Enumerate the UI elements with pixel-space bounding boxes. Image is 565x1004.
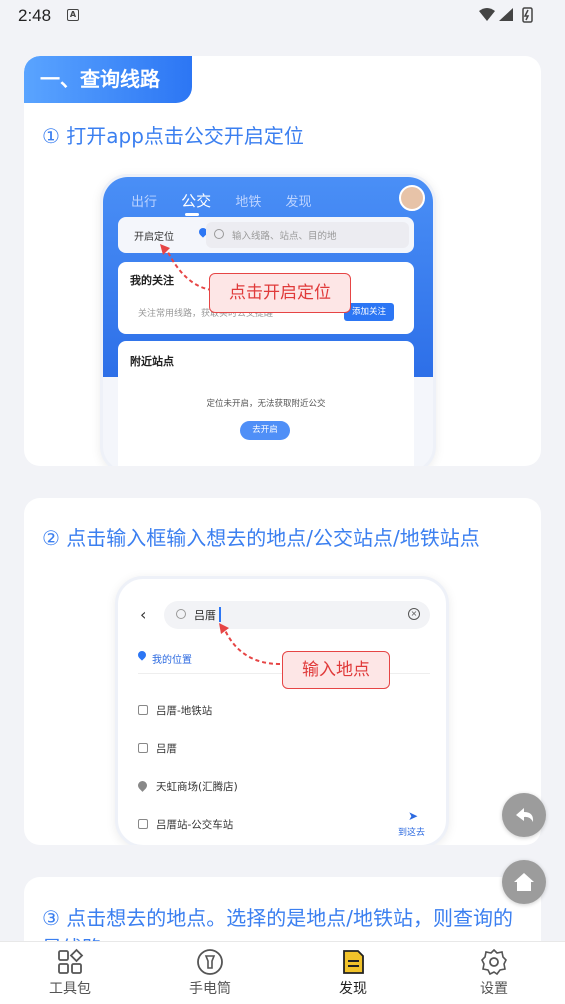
result-label: 吕厝-地铁站 — [156, 705, 213, 717]
subway-icon — [138, 743, 148, 753]
bottom-tab-bar: 工具包 手电筒 发现 设置 — [0, 941, 565, 1004]
status-bar: 2:48 A — [0, 0, 565, 30]
clear-icon: × — [408, 608, 420, 620]
section-tag: 一、查询线路 — [24, 56, 192, 103]
bus-icon — [138, 819, 148, 829]
navigate-icon: ➤ — [408, 809, 419, 823]
tab-underline — [185, 213, 199, 216]
phone-search-input: 吕厝 × — [164, 601, 430, 629]
dashed-arrow-icon — [219, 623, 281, 665]
result-item: 吕厝 — [138, 741, 177, 756]
enable-button: 去开启 — [240, 421, 290, 440]
tab-label: 发现 — [339, 981, 367, 997]
back-icon: ‹ — [140, 605, 147, 624]
phone-tab-active: 公交 — [181, 192, 212, 210]
home-icon — [514, 873, 534, 891]
step-card-1: 一、查询线路 ① 打开app点击公交开启定位 出行 公交 地铁 发现 开启定位 … — [24, 56, 541, 466]
tab-flashlight[interactable]: 手电筒 — [165, 948, 255, 998]
phone-search-placeholder: 输入线路、站点、目的地 — [232, 231, 337, 242]
goto-label: 到这去 — [398, 828, 426, 838]
pin-icon — [136, 779, 149, 792]
add-follow-button: 添加关注 — [344, 303, 394, 321]
back-fab-button[interactable] — [502, 793, 546, 837]
avatar — [399, 185, 425, 211]
nearby-tip: 定位未开启，无法获取附近公交 — [206, 399, 326, 409]
tab-discover[interactable]: 发现 — [308, 948, 398, 998]
result-item: 吕厝站-公交车站 — [138, 817, 233, 832]
home-fab-button[interactable] — [502, 860, 546, 904]
nearby-title: 附近站点 — [130, 355, 174, 368]
result-label: 吕厝站-公交车站 — [156, 819, 234, 831]
callout-enable-location: 点击开启定位 — [209, 273, 351, 313]
flashlight-icon — [197, 949, 223, 975]
phone-search-box: 输入线路、站点、目的地 — [206, 222, 409, 248]
step-card-2: ② 点击输入框输入想去的地点/公交站点/地铁站点 ‹ 吕厝 × 我的位置 吕厝-… — [24, 498, 541, 845]
phone-screenshot-2: ‹ 吕厝 × 我的位置 吕厝-地铁站 吕厝 天虹商场(汇腾店) 吕厝站-公交车站… — [115, 576, 449, 845]
phone-tab: 出行 — [131, 195, 158, 210]
tab-settings[interactable]: 设置 — [449, 948, 539, 998]
status-icons — [477, 6, 547, 28]
step1-title: ① 打开app点击公交开启定位 — [42, 124, 304, 148]
toolbox-icon — [58, 948, 84, 974]
tab-label: 设置 — [480, 981, 508, 997]
my-location-label: 我的位置 — [152, 655, 192, 666]
callout-enter-place: 输入地点 — [282, 651, 390, 689]
status-time: 2:48 — [18, 6, 52, 25]
tab-label: 工具包 — [49, 981, 91, 997]
tab-toolbox[interactable]: 工具包 — [25, 948, 115, 998]
location-pin-icon — [136, 649, 148, 661]
result-label: 天虹商场(汇腾店) — [156, 781, 238, 793]
step2-title: ② 点击输入框输入想去的地点/公交站点/地铁站点 — [42, 526, 480, 550]
phone-screenshot-1: 出行 公交 地铁 发现 开启定位 输入线路、站点、目的地 我的关注 关注常用线路… — [100, 174, 436, 466]
settings-icon — [481, 948, 507, 976]
nearby-panel: 附近站点 定位未开启，无法获取附近公交 去开启 — [118, 341, 414, 466]
result-label: 吕厝 — [156, 743, 177, 755]
undo-icon — [516, 808, 534, 822]
result-item: 天虹商场(汇腾店) — [136, 779, 238, 794]
result-item: 吕厝-地铁站 — [138, 703, 212, 718]
discover-icon — [343, 950, 364, 974]
tab-label: 手电筒 — [189, 981, 231, 997]
phone-tabs: 出行 公交 地铁 发现 — [131, 190, 331, 211]
wifi-signal-battery-icon — [479, 7, 533, 23]
subway-icon — [138, 705, 148, 715]
phone-tab: 发现 — [285, 195, 312, 210]
phone-tab: 地铁 — [235, 195, 262, 210]
notification-icon: A — [67, 9, 79, 21]
search-icon — [176, 609, 186, 619]
